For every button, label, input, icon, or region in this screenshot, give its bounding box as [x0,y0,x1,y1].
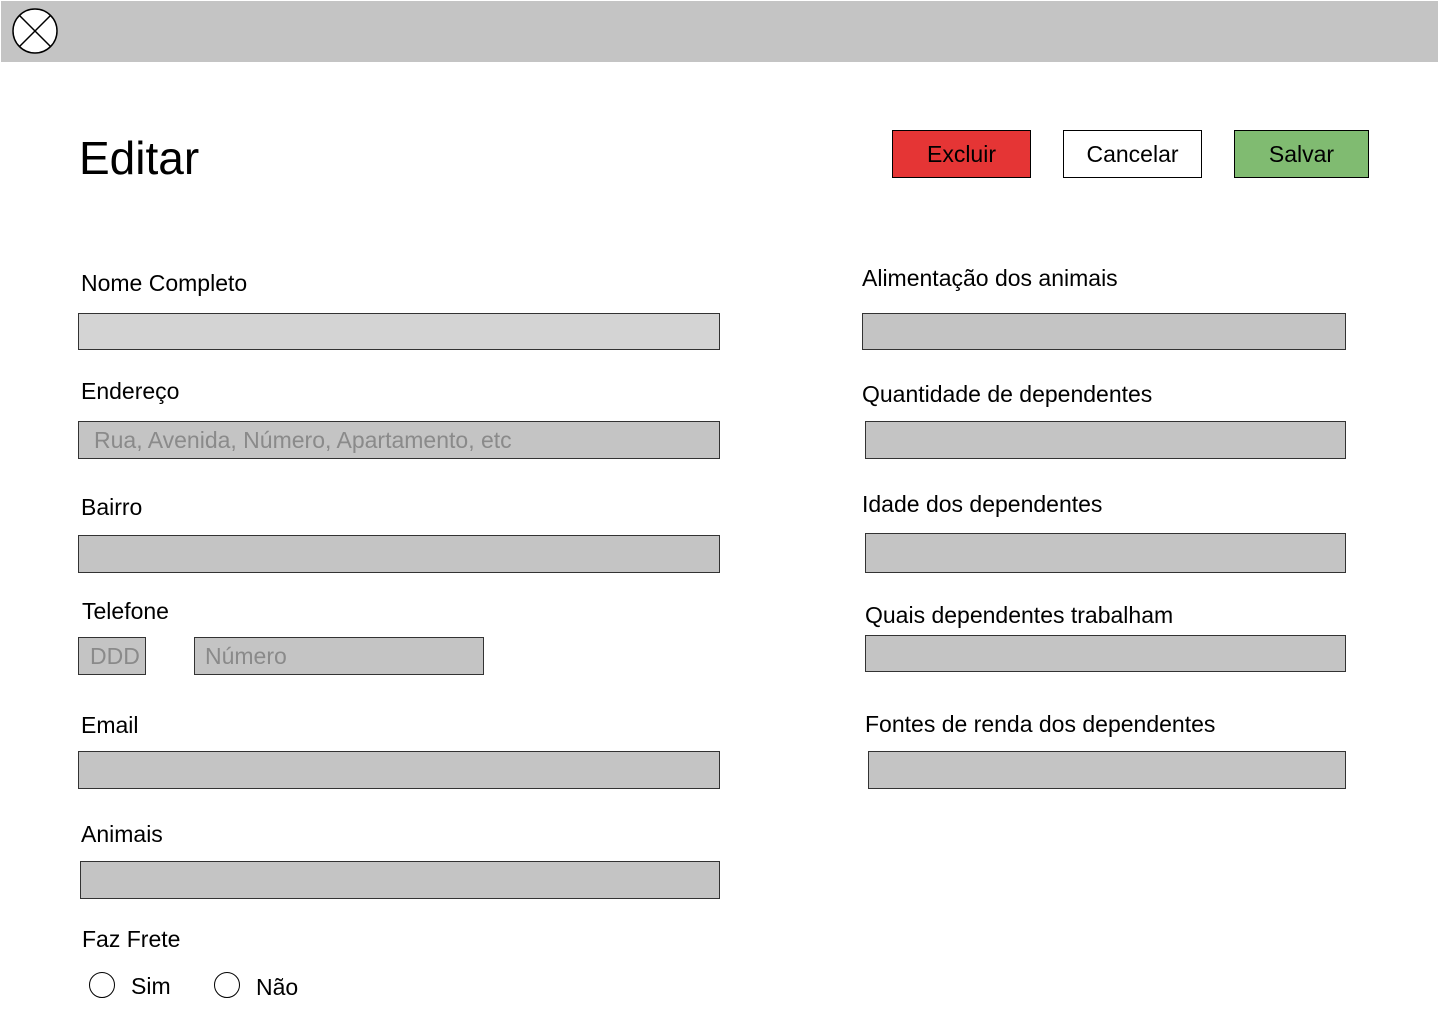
ddd-input[interactable]: DDD [78,637,146,675]
faz-frete-label: Faz Frete [82,926,181,952]
idade-label: Idade dos dependentes [862,491,1103,517]
alimentacao-label: Alimentação dos animais [862,265,1118,291]
sim-radio[interactable] [89,972,115,998]
renda-input[interactable] [868,751,1346,789]
nao-radio[interactable] [214,972,240,998]
endereco-input[interactable]: Rua, Avenida, Número, Apartamento, etc [78,421,720,459]
bairro-label: Bairro [81,494,143,520]
trabalham-label: Quais dependentes trabalham [865,602,1174,628]
idade-input[interactable] [865,533,1346,573]
nome-label: Nome Completo [81,270,248,296]
telefone-label: Telefone [82,598,169,624]
nao-radio-label: Não [256,974,299,1000]
endereco-label: Endereço [81,378,180,404]
save-button[interactable]: Salvar [1234,130,1369,178]
bairro-input[interactable] [78,535,720,573]
close-circle-icon[interactable] [12,8,58,54]
numero-input[interactable]: Número [194,637,484,675]
renda-label: Fontes de renda dos dependentes [865,711,1216,737]
sim-radio-label: Sim [131,973,171,999]
animais-label: Animais [81,821,163,847]
email-input[interactable] [78,751,720,789]
quantidade-input[interactable] [865,421,1346,459]
alimentacao-input[interactable] [862,313,1346,350]
nome-input[interactable] [78,313,720,350]
top-bar [1,1,1438,62]
delete-button[interactable]: Excluir [892,130,1031,178]
email-label: Email [81,712,139,738]
page-title: Editar [79,132,200,184]
trabalham-input[interactable] [865,635,1346,672]
quantidade-label: Quantidade de dependentes [862,381,1153,407]
animais-input[interactable] [80,861,720,899]
cancel-button[interactable]: Cancelar [1063,130,1202,178]
